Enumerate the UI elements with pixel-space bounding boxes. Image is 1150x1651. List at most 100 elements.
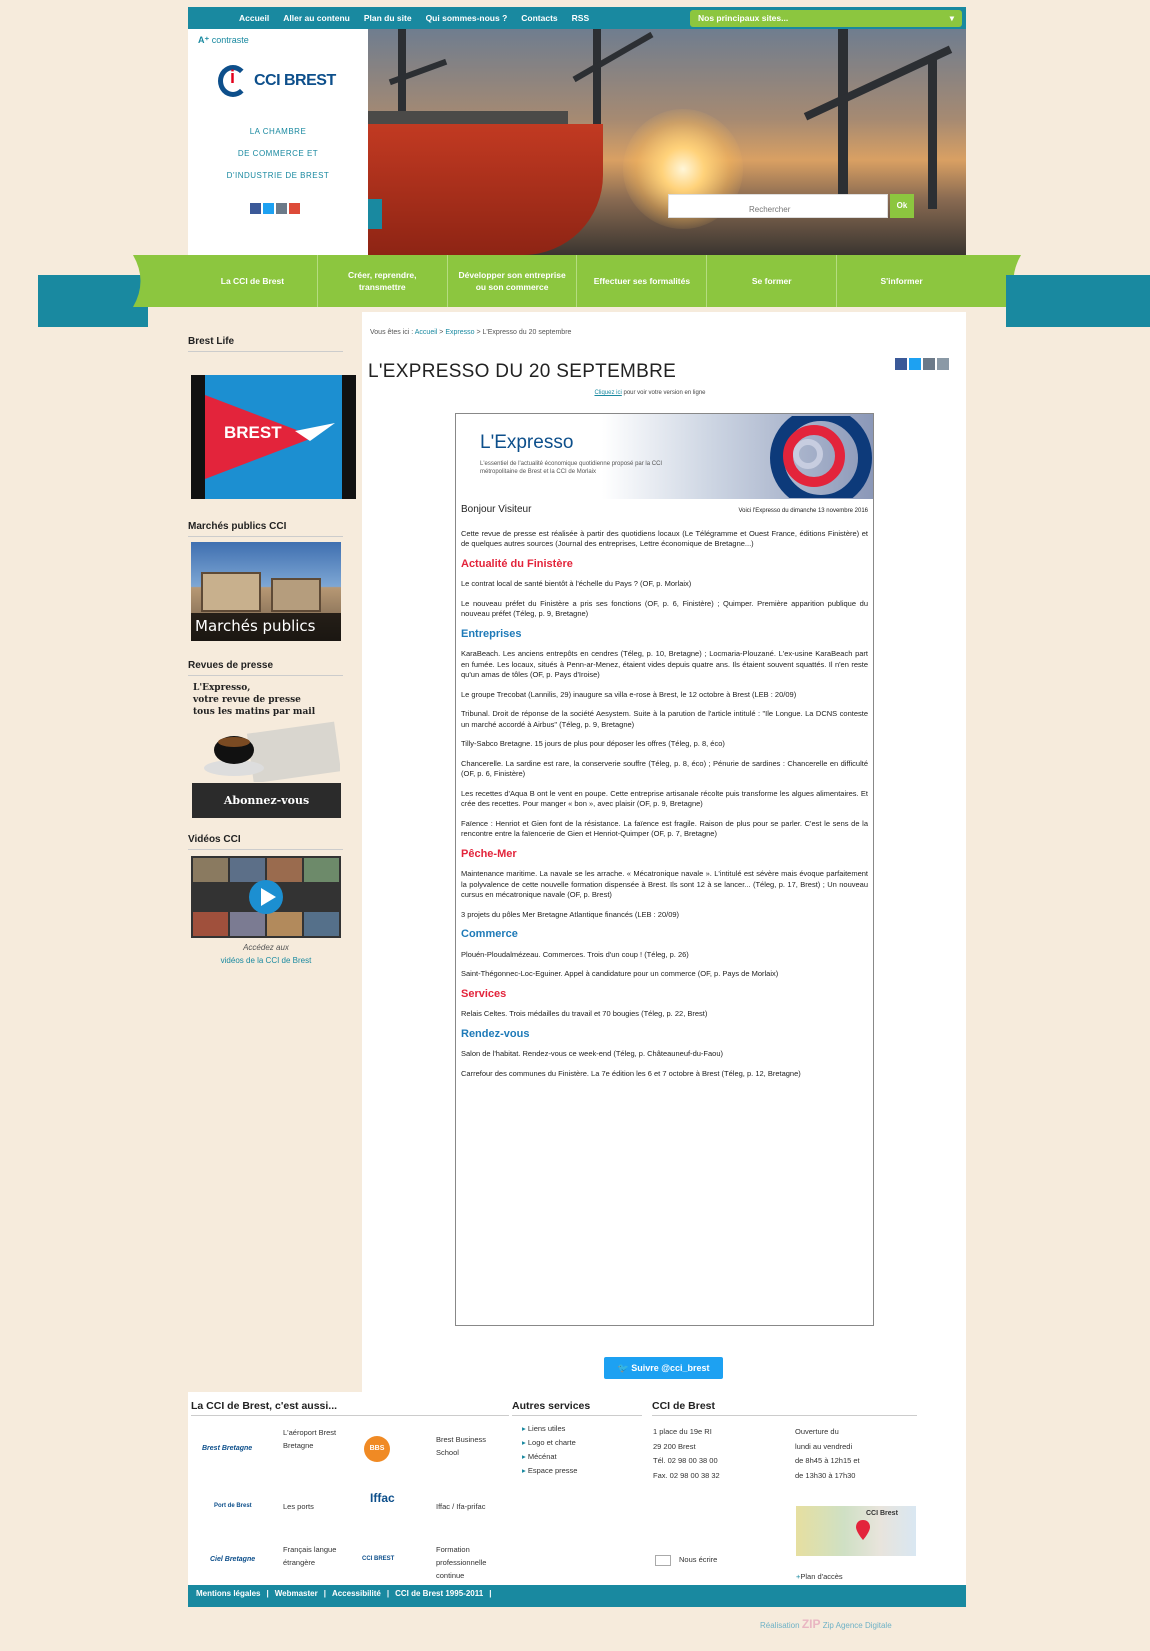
newsletter-item: Saint-Thégonnec-Loc-Eguiner. Appel à can… [461,969,779,978]
nav-former[interactable]: Se former [707,255,838,307]
top-link-plan[interactable]: Plan du site [357,13,419,23]
airport-logo[interactable]: Brest Bretagne [202,1445,252,1452]
marches-caption: Marchés publics [195,617,316,635]
address-line: Fax. 02 98 00 38 32 [653,1470,720,1480]
plan-acces-link[interactable]: +Plan d'accès [796,1570,843,1583]
expresso-promo-text: L'Expresso, votre revue de presse tous l… [193,682,315,718]
service-link[interactable]: ▸ Espace presse [522,1464,577,1478]
sidebar-title-videos: Vidéos CCI [188,834,343,850]
top-link-rss[interactable]: RSS [565,13,596,23]
follow-label: Suivre @cci_brest [631,1363,710,1373]
bbs-logo[interactable]: BBS [364,1436,390,1462]
search-button[interactable]: Ok [890,194,914,218]
service-link[interactable]: ▸ Liens utiles [522,1422,577,1436]
contrast-toggle[interactable]: A⁺ contraste [198,35,249,46]
separator: | [489,1589,492,1598]
cci-formation-logo[interactable]: CCI BREST [362,1556,394,1562]
footer-link-bbs[interactable]: Brest Business School [436,1433,511,1459]
brest-life-banner[interactable]: BREST [191,375,356,499]
newsletter-brand: L'Expresso [480,432,574,453]
top-link-accueil[interactable]: Accueil [232,13,276,23]
online-version-link[interactable]: Cliquez ici [594,390,621,396]
footer-link-fle[interactable]: Français langue étrangère [283,1543,339,1569]
marches-publics-banner[interactable]: Marchés publics [191,542,341,641]
agency-credit[interactable]: Réalisation ZIP Zip Agence Digitale [760,1617,892,1631]
breadcrumb-home[interactable]: Accueil [415,329,438,336]
nav-developper[interactable]: Développer son entreprise ou son commerc… [448,255,578,307]
nav-cci[interactable]: La CCI de Brest [188,255,318,307]
cci-brest-logo[interactable]: CCI BREST [218,65,336,97]
service-link[interactable]: ▸ Logo et charte [522,1436,577,1450]
write-us-link[interactable]: Nous écrire [655,1553,717,1566]
chevron-down-icon: ▾ [949,13,954,23]
nav-creer[interactable]: Créer, reprendre, transmettre [318,255,448,307]
abonnez-vous-button[interactable]: Abonnez-vous [192,783,341,818]
videos-thumbnail[interactable] [191,856,341,938]
google-plus-icon[interactable] [289,203,300,214]
twitter-icon: 🐦 [617,1363,632,1373]
top-link-contacts[interactable]: Contacts [514,13,564,23]
webmaster-link[interactable]: Webmaster [275,1589,318,1603]
contrast-icon: A⁺ [198,35,210,45]
videos-caption-link[interactable]: vidéos de la CCI de Brest [191,954,341,967]
zip-logo: ZIP [801,1617,821,1631]
online-version-text: pour voir votre version en ligne [621,390,706,396]
newsletter-item: Tilly-Sabco Bretagne. 15 jours de plus p… [461,739,725,748]
print-icon[interactable] [937,358,949,370]
cci-logo-icon [218,65,248,97]
newsletter-section-title: Pêche-Mer [461,847,517,860]
cci-address: 1 place du 19e RI 29 200 Brest Tél. 02 9… [653,1425,720,1483]
sites-dropdown[interactable]: Nos principaux sites... ▾ [690,10,962,27]
ciel-bretagne-logo[interactable]: Ciel Bretagne [210,1556,255,1563]
hours-line: de 13h30 à 17h30 [795,1470,856,1480]
twitter-icon[interactable] [909,358,921,370]
search-input[interactable] [668,194,888,218]
twitter-icon[interactable] [263,203,274,214]
location-map[interactable]: CCI Brest [796,1506,916,1556]
sidebar-title-revues: Revues de presse [188,660,343,676]
facebook-icon[interactable] [895,358,907,370]
footer-link-ports[interactable]: Les ports [283,1500,314,1513]
follow-twitter-button[interactable]: 🐦 Suivre @cci_brest [604,1357,723,1379]
edition-date: Voici l'Expresso du dimanche 13 novembre… [738,508,868,514]
newsletter-item: Les recettes d'Aqua B ont le vent en pou… [461,788,868,809]
newsletter-section-title: Commerce [461,928,518,940]
email-icon[interactable] [276,203,287,214]
newsletter-item: Le contrat local de santé bientôt à l'éc… [461,579,692,588]
top-nav-links: Accueil Aller au contenu Plan du site Qu… [188,13,596,23]
email-icon[interactable] [923,358,935,370]
crane-decoration [572,31,654,83]
crane-decoration [593,29,601,129]
share-links [895,358,949,370]
services-list: ▸ Liens utiles ▸ Logo et charte ▸ Mécéna… [522,1422,577,1478]
sidebar-title-marches: Marchés publics CCI [188,521,343,537]
newsletter-item: Maintenance maritime. La navale se les a… [461,869,868,899]
nav-formalites[interactable]: Effectuer ses formalités [577,255,708,307]
newsletter-section-title: Entreprises [461,627,522,640]
header-social-links [250,203,300,214]
newsletter-section-title: Rendez-vous [461,1027,530,1040]
facebook-icon[interactable] [250,203,261,214]
newsletter-subtitle: L'essentiel de l'actualité économique qu… [480,461,663,475]
logo-area: A⁺ contraste CCI BREST LA CHAMBRE DE COM… [188,29,368,255]
footer-link-iffac[interactable]: Iffac / Ifa-prifac [436,1500,485,1513]
footer-title-cci: CCI de Brest [652,1400,917,1416]
iffac-logo[interactable]: Iffac [370,1491,395,1505]
breadcrumb-category[interactable]: Expresso [445,329,474,336]
ports-logo[interactable]: Port de Brest [214,1503,252,1509]
top-link-contenu[interactable]: Aller au contenu [276,13,357,23]
service-link[interactable]: ▸ Mécénat [522,1450,577,1464]
hero-tab [368,199,382,229]
legal-link[interactable]: Mentions légales [196,1589,260,1603]
videos-caption[interactable]: Accédez aux vidéos de la CCI de Brest [191,941,341,967]
footer-link-formation[interactable]: Formation professionnelle continue [436,1543,516,1582]
top-link-qui[interactable]: Qui sommes-nous ? [419,13,515,23]
accessibility-link[interactable]: Accessibilité [332,1589,381,1603]
nav-informer[interactable]: S'informer [837,255,966,307]
online-version-notice: Cliquez ici pour voir votre version en l… [400,390,900,396]
play-icon[interactable] [248,879,284,915]
tagline-line: D'INDUSTRIE DE BREST [226,171,330,180]
separator: | [323,1589,326,1598]
newsletter-item: Salon de l'habitat. Rendez-vous ce week-… [461,1049,724,1058]
footer-link-airport[interactable]: L'aéroport Brest Bretagne [283,1426,343,1452]
